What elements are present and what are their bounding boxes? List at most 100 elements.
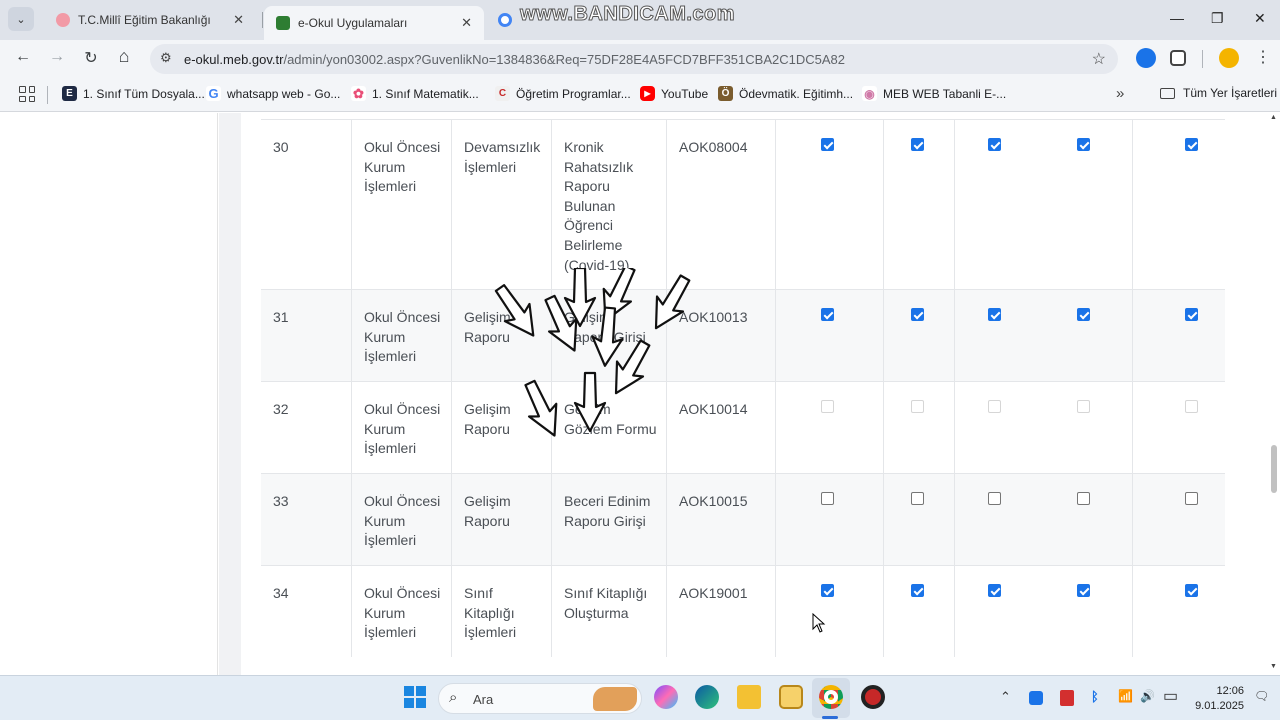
permission-checkbox[interactable]: [821, 138, 834, 151]
chrome-icon[interactable]: [819, 685, 843, 709]
column-divider: [883, 382, 884, 473]
permissions-table: 30 Okul Öncesi Kurum İşlemleri Devamsızlık İş…: [261, 119, 1225, 657]
tab-eokul[interactable]: e-Okul Uygulamaları ✕: [264, 6, 484, 40]
column-divider: [1132, 290, 1133, 381]
toolbar-divider: [1202, 50, 1203, 68]
mail-app-icon[interactable]: [779, 685, 803, 709]
operation-name-cell-line: Oluşturma: [564, 604, 629, 621]
column-divider: [954, 120, 955, 289]
bookmark-item[interactable]: ▶ YouTube: [640, 86, 708, 101]
bookmark-star-icon[interactable]: ☆: [1092, 49, 1106, 69]
permission-checkbox[interactable]: [911, 308, 924, 321]
module-cell-line: Okul Öncesi: [364, 139, 441, 155]
bookmark-item[interactable]: ◉ MEB WEB Tabanli E-...: [862, 86, 1006, 101]
edge-icon[interactable]: [695, 685, 719, 709]
apps-grid-icon[interactable]: [19, 86, 35, 102]
content-gutter: [219, 113, 241, 675]
permission-checkbox[interactable]: [1077, 308, 1090, 321]
clock-date: 9.01.2025: [1195, 700, 1244, 712]
permission-checkbox: [1185, 400, 1198, 413]
address-bar[interactable]: ⚙ e-okul.meb.gov.tr/admin/yon03002.aspx?…: [150, 44, 1118, 74]
home-icon[interactable]: ⌂: [113, 46, 135, 67]
puzzle-icon[interactable]: [1170, 50, 1186, 66]
url-text[interactable]: e-okul.meb.gov.tr/admin/yon03002.aspx?Gu…: [184, 52, 845, 67]
permission-checkbox[interactable]: [988, 492, 1001, 505]
tab-meb[interactable]: T.C.Millî Eğitim Bakanlığı ✕: [44, 4, 256, 36]
permission-checkbox[interactable]: [988, 308, 1001, 321]
permission-checkbox[interactable]: [1077, 492, 1090, 505]
permission-checkbox[interactable]: [1185, 308, 1198, 321]
bookmark-label: Öğretim Programlar...: [516, 86, 631, 101]
bluetooth-icon[interactable]: ᛒ: [1091, 689, 1099, 704]
scroll-down-icon[interactable]: ▼: [1270, 663, 1277, 670]
submodule-cell-line: Sınıf: [464, 585, 493, 601]
minimize-icon[interactable]: —: [1170, 10, 1184, 26]
permission-checkbox[interactable]: [1077, 138, 1090, 151]
tray-chevron-icon[interactable]: ⌃: [1000, 689, 1011, 705]
table-row: 32 Okul Öncesi Kurum İşlemleri Gelişim Raporu…: [261, 381, 1225, 473]
battery-icon[interactable]: ▭: [1163, 686, 1178, 706]
column-divider: [775, 474, 776, 565]
page-scrollbar[interactable]: ▲ ▼: [1268, 113, 1280, 675]
notification-icon[interactable]: 🗨: [1254, 689, 1269, 703]
bookmark-item[interactable]: Ö Ödevmatik. Eğitimh...: [718, 86, 853, 101]
permission-checkbox[interactable]: [988, 138, 1001, 151]
volume-icon[interactable]: 🔊: [1140, 689, 1155, 703]
bookmark-item[interactable]: C Öğretim Programlar...: [495, 86, 631, 101]
reload-icon[interactable]: ↻: [80, 48, 102, 68]
site-info-icon[interactable]: ⚙: [160, 50, 172, 66]
permission-checkbox[interactable]: [1185, 492, 1198, 505]
permission-checkbox[interactable]: [1185, 584, 1198, 597]
bookmark-item[interactable]: E 1. Sınıf Tüm Dosyala...: [62, 86, 205, 101]
annotation-arrow: [591, 306, 624, 367]
permission-checkbox[interactable]: [821, 308, 834, 321]
operation-name-cell-line: Raporu: [564, 178, 610, 195]
module-cell: Okul Öncesi Kurum İşlemleri: [351, 474, 451, 565]
bookmarks-bar: E 1. Sınıf Tüm Dosyala... G whatsapp web…: [0, 78, 1280, 112]
permission-checkbox[interactable]: [911, 584, 924, 597]
column-divider: [1132, 120, 1133, 289]
folder-icon: [1160, 87, 1175, 99]
permission-checkbox[interactable]: [821, 492, 834, 505]
permission-checkbox[interactable]: [911, 138, 924, 151]
youtube-icon: ▶: [640, 86, 655, 101]
mouse-cursor-icon: [812, 613, 826, 633]
windows-start-icon[interactable]: [404, 686, 426, 708]
forward-arrow-icon[interactable]: →: [46, 48, 68, 66]
system-clock[interactable]: 12:06 9.01.2025: [1192, 684, 1244, 714]
bookmark-item[interactable]: G whatsapp web - Go...: [206, 86, 340, 101]
bookmark-item[interactable]: ✿ 1. Sınıf Matematik...: [351, 86, 479, 101]
file-explorer-icon[interactable]: [737, 685, 761, 709]
page-content: 30 Okul Öncesi Kurum İşlemleri Devamsızlık İş…: [0, 113, 1280, 675]
bandicam-record-icon[interactable]: [861, 685, 885, 709]
bookmark-label: 1. Sınıf Matematik...: [372, 86, 479, 101]
tray-pdf-icon[interactable]: [1060, 690, 1074, 706]
column-divider: [954, 290, 955, 381]
permission-checkbox[interactable]: [821, 584, 834, 597]
permission-checkbox[interactable]: [911, 492, 924, 505]
close-tab-icon[interactable]: ✕: [461, 15, 472, 31]
permission-checkbox[interactable]: [1077, 584, 1090, 597]
globe-icon[interactable]: [1136, 48, 1156, 68]
module-cell-line: Kurum: [364, 420, 406, 437]
all-bookmarks-button[interactable]: Tüm Yer İşaretleri: [1160, 86, 1277, 100]
module-cell-line: Okul Öncesi: [364, 585, 441, 601]
maximize-icon[interactable]: ❐: [1211, 10, 1224, 27]
column-divider: [883, 290, 884, 381]
profile-icon[interactable]: [1219, 48, 1239, 68]
more-bookmarks-icon[interactable]: »: [1116, 85, 1124, 102]
tray-shield-icon[interactable]: [1029, 691, 1043, 705]
permission-checkbox[interactable]: [988, 584, 1001, 597]
permission-checkbox[interactable]: [1185, 138, 1198, 151]
back-arrow-icon[interactable]: ←: [12, 48, 34, 66]
tab-search-button[interactable]: ⌄: [8, 7, 34, 31]
menu-icon[interactable]: ⋮: [1252, 47, 1274, 67]
close-window-icon[interactable]: ✕: [1254, 10, 1266, 27]
scrollbar-thumb[interactable]: [1271, 445, 1277, 493]
scroll-up-icon[interactable]: ▲: [1270, 114, 1277, 121]
close-tab-icon[interactable]: ✕: [233, 12, 244, 28]
column-divider: [954, 382, 955, 473]
copilot-icon[interactable]: [654, 685, 678, 709]
taskbar-search[interactable]: ⌕ Ara: [438, 683, 642, 714]
wifi-icon[interactable]: 📶: [1118, 689, 1133, 703]
